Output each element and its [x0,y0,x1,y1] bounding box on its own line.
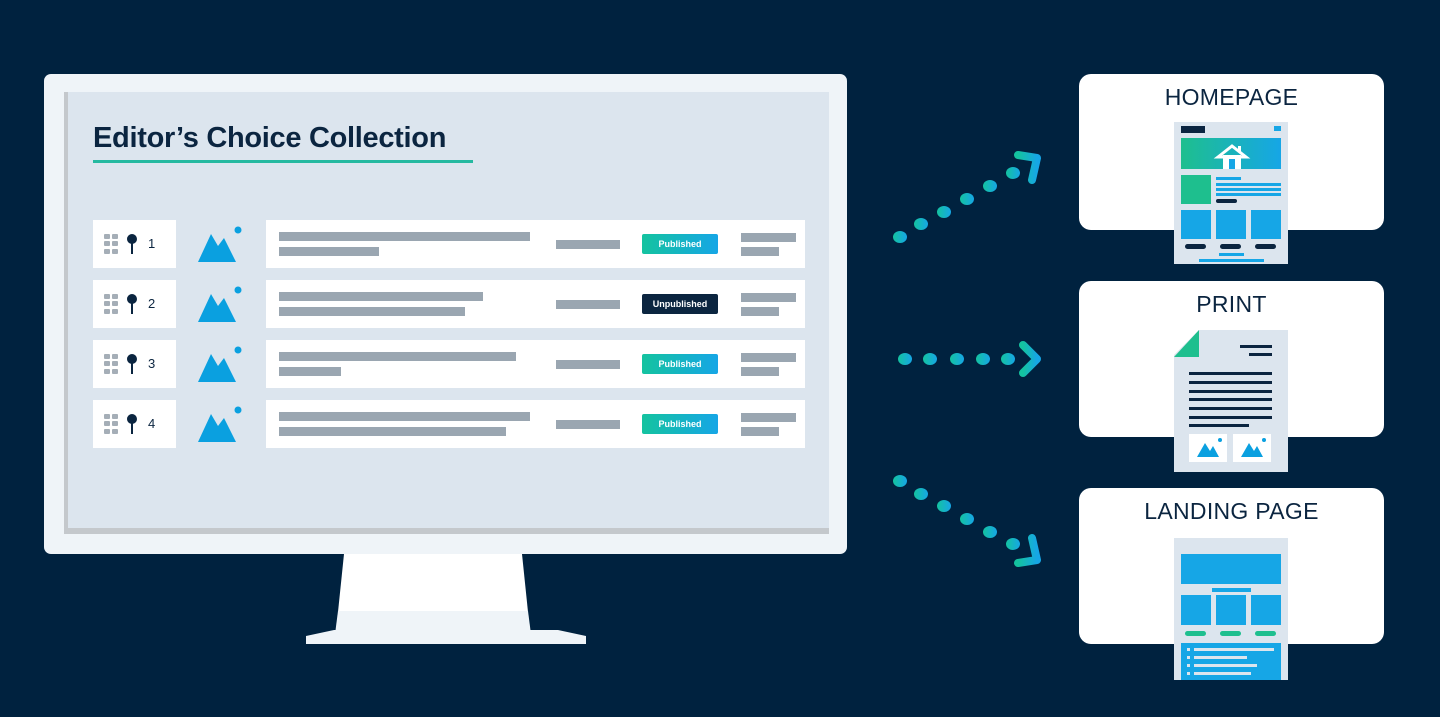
time-placeholder [741,367,779,376]
row-position: 2 [148,296,156,311]
arrow-dot [937,206,951,218]
status-badge[interactable]: Published [642,354,718,374]
arrow-dot [914,218,928,230]
arrow-dot [1006,167,1020,179]
row-controls: 4 [93,400,176,448]
date-placeholder [741,293,796,302]
date-placeholder [741,233,796,242]
arrow-dot [983,180,997,192]
arrowhead-icon [1014,534,1041,567]
collection-row[interactable]: 4 Published [93,400,805,448]
arrow-to-landing-page [893,475,1041,567]
collection-row[interactable]: 1 Published [93,220,805,268]
image-placeholder-icon [198,406,242,442]
arrow-dot [960,193,974,205]
time-placeholder [741,307,779,316]
subhead-placeholder [279,247,379,256]
collection-title: Editor’s Choice Collection [93,122,447,154]
row-content: Published [266,340,805,388]
collection-row[interactable]: 3 Published [93,340,805,388]
collection-row[interactable]: 2 Unpublished [93,280,805,328]
headline-placeholder [279,412,530,421]
monitor-screen: Editor’s Choice Collection 1 Published 2… [64,92,829,534]
destination-label: HOMEPAGE [1164,84,1299,110]
arrow-dot [923,353,937,365]
drag-handle-icon[interactable] [104,234,118,254]
row-position: 1 [148,236,156,251]
destination-label: PRINT [1196,291,1267,317]
arrow-dot [950,353,964,365]
date-placeholder [741,353,796,362]
subhead-placeholder [279,307,465,316]
arrow-dot [914,488,928,500]
headline-placeholder [279,292,483,301]
row-thumbnail [176,340,266,388]
row-content: Unpublished [266,280,805,328]
status-badge[interactable]: Published [642,414,718,434]
arrow-to-print [898,341,1041,377]
monitor-stand [306,554,586,644]
subhead-placeholder [279,367,341,376]
date-placeholder [741,413,796,422]
monitor: Editor’s Choice Collection 1 Published 2… [44,74,847,554]
row-thumbnail [176,400,266,448]
pin-icon[interactable] [126,413,138,435]
meta-placeholder [556,300,620,309]
arrow-dot [1006,538,1020,550]
title-underline [93,160,473,163]
drag-handle-icon[interactable] [104,354,118,374]
arrow-dot [983,526,997,538]
arrowhead-icon [1014,151,1041,184]
homepage-layout-icon [1174,122,1288,264]
row-thumbnail [176,280,266,328]
print-document-icon [1174,330,1288,472]
headline-placeholder [279,352,516,361]
time-placeholder [741,247,779,256]
row-thumbnail [176,220,266,268]
image-placeholder-icon [198,286,242,322]
landing-page-layout-icon [1174,538,1288,680]
meta-placeholder [556,360,620,369]
row-content: Published [266,400,805,448]
time-placeholder [741,427,779,436]
row-position: 4 [148,416,156,431]
pin-icon[interactable] [126,353,138,375]
drag-handle-icon[interactable] [104,294,118,314]
row-position: 3 [148,356,156,371]
row-content: Published [266,220,805,268]
destination-label: LANDING PAGE [1144,498,1319,524]
arrow-dot [893,231,907,243]
arrowhead-icon [1019,341,1041,377]
pin-icon[interactable] [126,233,138,255]
row-controls: 2 [93,280,176,328]
arrow-dot [1001,353,1015,365]
headline-placeholder [279,232,530,241]
arrow-dot [898,353,912,365]
pin-icon[interactable] [126,293,138,315]
row-controls: 3 [93,340,176,388]
meta-placeholder [556,420,620,429]
drag-handle-icon[interactable] [104,414,118,434]
row-controls: 1 [93,220,176,268]
image-placeholder-icon [198,226,242,262]
meta-placeholder [556,240,620,249]
subhead-placeholder [279,427,506,436]
arrow-dot [937,500,951,512]
arrow-dot [893,475,907,487]
arrow-dot [960,513,974,525]
image-placeholder-icon [198,346,242,382]
arrow-to-homepage [893,151,1041,243]
arrow-dot [976,353,990,365]
status-badge[interactable]: Unpublished [642,294,718,314]
status-badge[interactable]: Published [642,234,718,254]
